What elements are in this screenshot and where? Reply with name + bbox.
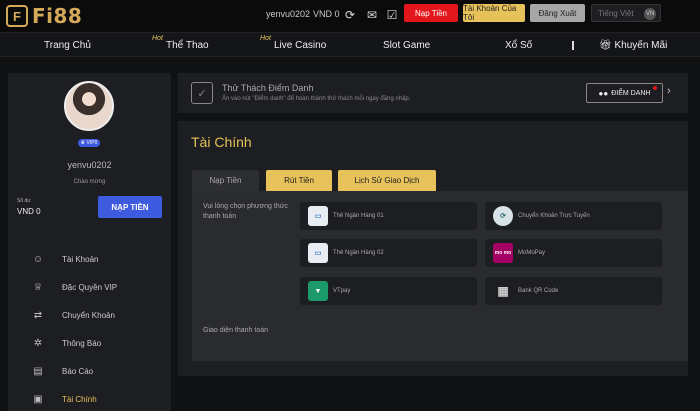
transfer-icon: ⇄ [33,309,43,321]
nav-item-lottery[interactable]: Xổ Số [505,40,532,51]
payment-method-vtpay[interactable]: ▼ VTpay [300,277,477,305]
online-transfer-icon: ⟳ [493,206,513,226]
welcome-text: Chào mừng [73,179,106,185]
tab-deposit[interactable]: Nạp Tiền [192,170,259,191]
checkin-challenge-banner: ✓ Thử Thách Điểm Danh Ấn vào nút "Điểm d… [178,73,688,113]
refresh-icon[interactable]: ⟳ [342,7,358,23]
sidebar-item-label: Thông Báo [62,338,102,348]
crown-icon: ♕ [33,281,43,293]
nav-item-sports[interactable]: Hot Thể Thao [152,35,209,51]
page-title: Tài Chính [191,134,252,150]
payment-method-label: VTpay [333,288,351,294]
finance-section: Tài Chính Nạp Tiền Rút Tiền Lịch Sử Giao… [178,121,688,376]
vip-badge: ♛ VIP0 [78,139,100,147]
user-icon: ☺ [32,253,44,265]
top-bar: F Fi88 yenvu0202 VND 0 ⟳ ✉ ☑ Nạp Tiền Tà… [0,0,700,32]
bank-card-icon: ▭ [308,206,328,226]
vip-level: VIP0 [86,140,98,146]
checkin-button[interactable]: ●● ĐIỂM DANH [586,83,663,103]
tab-withdraw[interactable]: Rút Tiền [266,170,332,191]
nav-item-promotions[interactable]: 🎁︎ Khuyến Mãi [599,40,667,51]
sidebar-item-vip[interactable]: ♕ Đặc Quyền VIP [8,275,171,299]
sidebar-item-transfer[interactable]: ⇄ Chuyển Khoản [8,303,171,327]
sidebar-item-account[interactable]: ☺ Tài Khoản [8,247,171,271]
account-sidebar: ♛ VIP0 yenvu0202 Chào mừng Số dư VND 0 N… [8,73,171,411]
bank-card-icon: ▭ [308,243,328,263]
sidebar-item-label: Đặc Quyền VIP [62,282,118,292]
calendar-check-icon: ✓ [191,82,213,104]
sidebar-item-finance[interactable]: ▣ Tài Chính [8,387,171,411]
header-username: yenvu0202 [266,9,311,19]
payment-method-label: MoMoPay [518,250,546,256]
nav-label: Trang Chủ [44,40,91,51]
payment-method-bank-card-01[interactable]: ▭ Thẻ Ngân Hàng 01 [300,202,477,230]
payment-method-momopay[interactable]: mo mo MoMoPay [485,239,662,267]
report-icon: ▤ [33,365,43,377]
nav-label: Live Casino [274,40,327,51]
language-label: Tiếng Việt [598,8,634,18]
vtpay-icon: ▼ [308,281,328,301]
payment-prompt: Vui lòng chọn phương thức thanh toán [203,203,288,220]
sidebar-username: yenvu0202 [67,160,112,170]
payment-method-online-transfer[interactable]: ⟳ Chuyển Khoản Trực Tuyến [485,202,662,230]
checkin-button-label: ĐIỂM DANH [611,89,651,97]
sidebar-item-reports[interactable]: ▤ Báo Cáo [8,359,171,383]
nav-label: Slot Game [383,40,431,51]
nav-label: Xổ Số [505,40,533,51]
payment-method-label: Bank QR Code [518,288,559,294]
nav-item-home[interactable]: Trang Chủ [44,40,91,51]
hot-badge: Hot [152,35,163,42]
logo-text: Fi88 [32,4,83,28]
wallet-icon: ▣ [33,393,43,405]
logo[interactable]: F Fi88 [6,3,96,29]
sidebar-item-label: Tài Chính [62,394,97,404]
momo-icon: mo mo [493,243,513,263]
avatar [64,81,114,131]
payment-interface-label: Giao diện thanh toán [203,327,268,334]
nav-item-live-casino[interactable]: Hot Live Casino [260,35,327,51]
notification-dot [653,86,657,90]
nav-divider [572,41,574,50]
main-nav: Trang Chủ Hot Thể Thao Hot Live Casino S… [0,32,700,57]
nav-label: Khuyến Mãi [614,40,668,51]
payment-method-label: Thẻ Ngân Hàng 02 [333,250,384,256]
deposit-button[interactable]: Nạp Tiền [404,4,458,22]
qr-code-icon: ▦ [493,281,513,301]
payment-method-label: Thẻ Ngân Hàng 01 [333,213,384,219]
logo-mark-icon: F [6,5,28,27]
language-select[interactable]: Tiếng Việt VN [591,4,661,22]
hot-badge: Hot [260,35,271,42]
gift-icon: 🎁︎ [599,40,615,51]
sidebar-deposit-button[interactable]: NẠP TIỀN [98,196,162,218]
crown-icon: ♛ [80,140,86,146]
payment-method-bank-qr[interactable]: ▦ Bank QR Code [485,277,662,305]
vietnam-flag-icon: VN [644,8,656,20]
nav-item-slot-game[interactable]: Slot Game [383,40,430,51]
chevron-right-icon[interactable]: › [667,85,671,97]
challenge-title: Thử Thách Điểm Danh [222,83,314,93]
bell-icon: ✲ [33,337,43,349]
balance-value: VND 0 [17,207,41,216]
calendar-check-icon[interactable]: ☑ [384,7,400,23]
header-balance: VND 0 [313,9,340,19]
coins-icon: ●● [598,88,609,98]
payment-method-label: Chuyển Khoản Trực Tuyến [518,213,590,219]
tab-transaction-history[interactable]: Lịch Sử Giao Dịch [338,170,436,191]
mail-icon[interactable]: ✉ [364,7,380,23]
sidebar-item-notifications[interactable]: ✲ Thông Báo [8,331,171,355]
logout-button[interactable]: Đăng Xuất [530,4,585,22]
sidebar-item-label: Tài Khoản [62,254,99,264]
my-account-button[interactable]: Tài Khoản Của Tôi [463,4,525,22]
challenge-subtitle: Ấn vào nút "Điểm danh" để hoàn thành thử… [222,96,411,102]
sidebar-item-label: Chuyển Khoản [62,310,115,320]
payment-methods-panel: Vui lòng chọn phương thức thanh toán ▭ T… [192,191,688,361]
nav-label: Thể Thao [166,40,209,51]
sidebar-item-label: Báo Cáo [62,366,94,376]
balance-label: Số dư [17,198,31,204]
payment-method-bank-card-02[interactable]: ▭ Thẻ Ngân Hàng 02 [300,239,477,267]
